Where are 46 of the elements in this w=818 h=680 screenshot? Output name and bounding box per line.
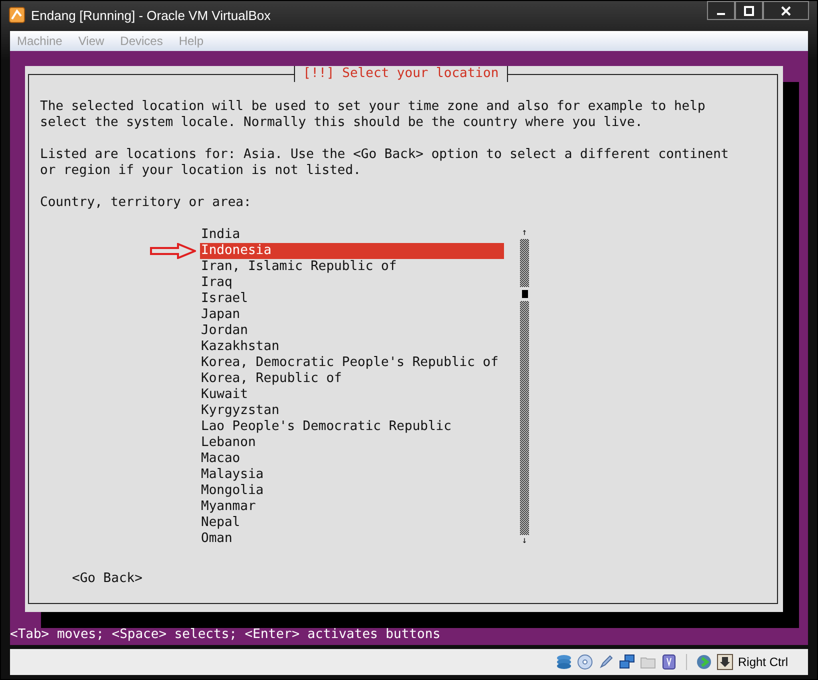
- country-item[interactable]: Myanmar: [200, 499, 504, 515]
- country-item[interactable]: Lao People's Democratic Republic: [200, 419, 504, 435]
- maximize-icon: [744, 6, 754, 16]
- paragraph: The selected location will be used to set your time zone and also for example to help select the system locale. Normally this should be the country where you live.: [40, 99, 706, 131]
- country-item[interactable]: Kyrgyzstan: [200, 403, 504, 419]
- close-button[interactable]: [763, 1, 809, 20]
- country-item[interactable]: Korea, Democratic People's Republic of: [200, 355, 504, 371]
- country-item[interactable]: Mongolia: [200, 483, 504, 499]
- country-item[interactable]: Lebanon: [200, 435, 504, 451]
- country-item[interactable]: Iran, Islamic Republic of: [200, 259, 504, 275]
- arrow-icon: [150, 243, 196, 259]
- country-item[interactable]: Macao: [200, 451, 504, 467]
- dialog-title: [!!] Select your location: [294, 66, 508, 82]
- window-title: Endang [Running] - Oracle VM VirtualBox: [31, 8, 271, 22]
- pen-icon: [598, 654, 614, 670]
- network-icon: [618, 654, 635, 670]
- country-item[interactable]: Nepal: [200, 515, 504, 531]
- app-icon: [9, 7, 25, 23]
- chip-icon: [660, 654, 677, 670]
- key-hint: <Tab> moves; <Space> selects; <Enter> activates buttons: [10, 627, 442, 644]
- country-item[interactable]: Iraq: [200, 275, 504, 291]
- scrollbar-track[interactable]: [520, 239, 529, 535]
- paragraph: Listed are locations for: Asia. Use the <Go Back> option to select a different continent or region if your location is not listed.: [40, 147, 730, 179]
- prompt-label: Country, territory or area:: [40, 195, 252, 211]
- country-item[interactable]: Kazakhstan: [200, 339, 504, 355]
- minimize-button[interactable]: [707, 1, 735, 20]
- country-item[interactable]: Korea, Republic of: [200, 371, 504, 387]
- scroll-down-arrow[interactable]: ↓: [522, 535, 528, 547]
- cd-icon: [576, 654, 593, 670]
- go-back-button[interactable]: <Go Back>: [72, 571, 142, 587]
- country-item[interactable]: Jordan: [200, 323, 504, 339]
- maximize-button[interactable]: [735, 1, 763, 20]
- country-item[interactable]: Kuwait: [200, 387, 504, 403]
- minimize-icon: [717, 12, 725, 14]
- globe-icon: [696, 654, 712, 670]
- country-item[interactable]: Malaysia: [200, 467, 504, 483]
- country-item[interactable]: India: [200, 227, 504, 243]
- country-item[interactable]: Indonesia: [200, 243, 504, 259]
- disk-icon: [556, 654, 572, 670]
- scroll-up-arrow[interactable]: ↑: [522, 227, 528, 239]
- close-icon: [781, 6, 791, 16]
- download-icon: [716, 654, 733, 670]
- country-item[interactable]: Japan: [200, 307, 504, 323]
- host-key-label: Right Ctrl: [738, 655, 788, 669]
- country-item[interactable]: Oman: [200, 531, 504, 547]
- country-item[interactable]: Israel: [200, 291, 504, 307]
